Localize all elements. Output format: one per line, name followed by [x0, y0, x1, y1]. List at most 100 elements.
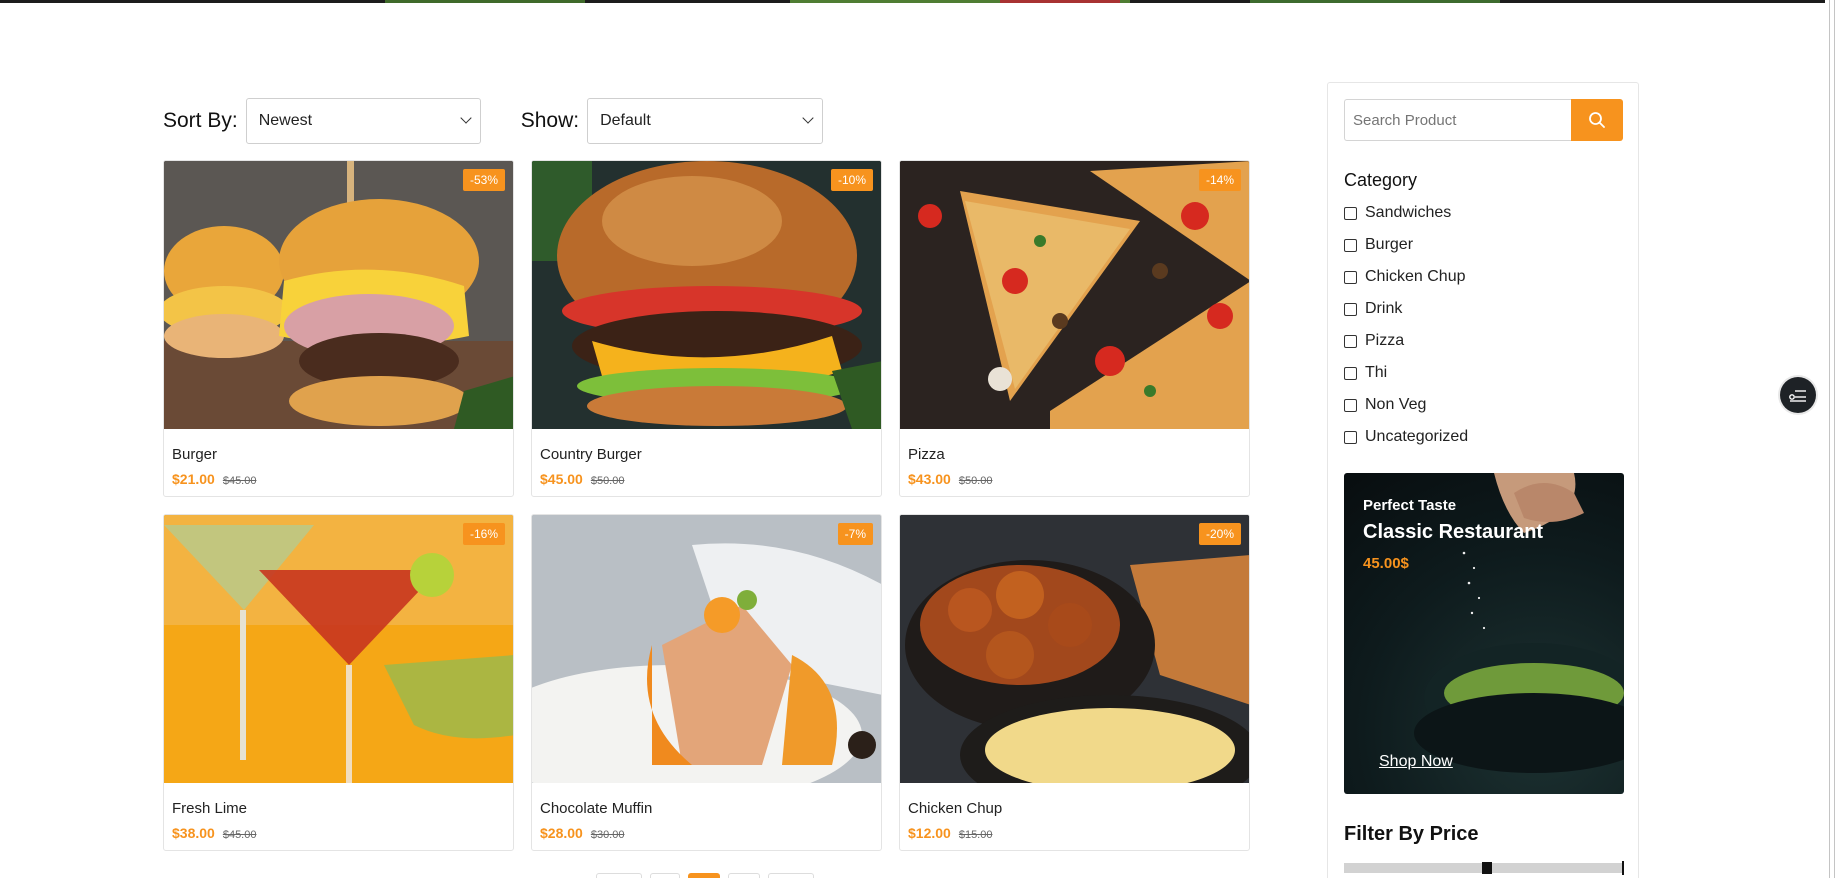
- product-image-chocolate-muffin[interactable]: -7%: [532, 515, 881, 783]
- product-image-pizza[interactable]: -14%: [900, 161, 1249, 429]
- price-row: $21.00 $45.00: [172, 471, 256, 487]
- search-icon: [1589, 112, 1605, 128]
- promo-banner[interactable]: Perfect Taste Classic Restaurant 45.00$ …: [1344, 473, 1624, 794]
- price-row: $12.00 $15.00: [908, 825, 992, 841]
- category-item[interactable]: Non Veg: [1344, 396, 1468, 428]
- page-scrollbar[interactable]: [1825, 0, 1839, 878]
- category-item[interactable]: Thi: [1344, 364, 1468, 396]
- discount-badge: -10%: [830, 169, 873, 191]
- sort-select-value: Newest: [258, 112, 313, 129]
- sort-by-label: Sort By:: [163, 109, 238, 132]
- discount-badge: -53%: [462, 169, 505, 191]
- category-label: Burger: [1365, 236, 1414, 253]
- category-label: Chicken Chup: [1365, 268, 1466, 285]
- product-card[interactable]: -10% Country Burger $45.00 $50.00: [531, 160, 882, 497]
- search-button[interactable]: [1571, 99, 1623, 141]
- product-price: $43.00: [908, 471, 951, 487]
- product-old-price: $50.00: [590, 475, 625, 487]
- price-range-handle[interactable]: [1482, 862, 1492, 874]
- pagination-next[interactable]: [768, 873, 814, 878]
- price-row: $43.00 $50.00: [908, 471, 992, 487]
- product-name[interactable]: Fresh Lime: [172, 800, 247, 817]
- category-label: Non Veg: [1365, 396, 1427, 413]
- product-image-country-burger[interactable]: -10%: [532, 161, 881, 429]
- price-range-slider[interactable]: [1344, 861, 1624, 875]
- shop-page: Sort By: Newest Show: Default -53% Burge…: [0, 0, 1839, 878]
- pagination: [596, 873, 814, 878]
- search-input[interactable]: [1344, 99, 1571, 141]
- product-price: $45.00: [540, 471, 583, 487]
- product-card[interactable]: -7% Chocolate Muffin $28.00 $30.00: [531, 514, 882, 851]
- product-card[interactable]: -16% Fresh Lime $38.00 $45.00: [163, 514, 514, 851]
- scrollbar-thumb[interactable]: [1829, 0, 1835, 878]
- discount-badge: -16%: [462, 523, 505, 545]
- price-row: $38.00 $45.00: [172, 825, 256, 841]
- pagination-page-active[interactable]: [688, 873, 720, 878]
- filter-settings-icon: [1789, 390, 1806, 402]
- checkbox[interactable]: [1344, 271, 1357, 284]
- product-name[interactable]: Burger: [172, 446, 217, 463]
- product-name[interactable]: Country Burger: [540, 446, 642, 463]
- category-item[interactable]: Chicken Chup: [1344, 268, 1468, 300]
- price-row: $45.00 $50.00: [540, 471, 624, 487]
- price-range-max-handle[interactable]: [1622, 861, 1624, 875]
- checkbox[interactable]: [1344, 207, 1357, 220]
- chevron-down-icon: [802, 112, 814, 124]
- product-image-chicken-chup[interactable]: -20%: [900, 515, 1249, 783]
- pagination-page[interactable]: [650, 873, 680, 878]
- checkbox[interactable]: [1344, 431, 1357, 444]
- product-image-burger[interactable]: -53%: [164, 161, 513, 429]
- product-old-price: $15.00: [958, 829, 993, 841]
- product-search: [1344, 99, 1623, 141]
- product-card[interactable]: -20% Chicken Chup $12.00 $15.00: [899, 514, 1250, 851]
- checkbox[interactable]: [1344, 335, 1357, 348]
- product-name[interactable]: Chocolate Muffin: [540, 800, 652, 817]
- sort-select[interactable]: Newest: [245, 98, 481, 144]
- product-old-price: $45.00: [222, 475, 257, 487]
- product-image-fresh-lime[interactable]: -16%: [164, 515, 513, 783]
- checkbox[interactable]: [1344, 367, 1357, 380]
- checkbox[interactable]: [1344, 399, 1357, 412]
- category-label: Thi: [1365, 364, 1388, 381]
- product-price: $12.00: [908, 825, 951, 841]
- product-old-price: $45.00: [222, 829, 257, 841]
- product-price: $21.00: [172, 471, 215, 487]
- category-item[interactable]: Drink: [1344, 300, 1468, 332]
- product-price: $38.00: [172, 825, 215, 841]
- category-item[interactable]: Burger: [1344, 236, 1468, 268]
- category-title: Category: [1344, 170, 1418, 190]
- promo-subtitle: Perfect Taste: [1363, 497, 1457, 514]
- product-name[interactable]: Pizza: [908, 446, 945, 463]
- show-select[interactable]: Default: [587, 98, 824, 144]
- filter-toggle-button[interactable]: [1780, 377, 1816, 413]
- discount-badge: -7%: [837, 523, 873, 545]
- discount-badge: -20%: [1198, 523, 1241, 545]
- shop-now-link[interactable]: Shop Now: [1379, 753, 1453, 771]
- show-select-value: Default: [600, 112, 651, 129]
- chevron-down-icon: [460, 112, 472, 124]
- checkbox[interactable]: [1344, 303, 1357, 316]
- shop-sidebar: Category Sandwiches Burger Chicken Chup …: [1327, 82, 1639, 878]
- promo-price: 45.00$: [1363, 555, 1409, 572]
- discount-badge: -14%: [1198, 169, 1241, 191]
- sort-toolbar: Sort By: Newest Show: Default: [163, 98, 824, 144]
- show-label: Show:: [520, 109, 580, 132]
- product-old-price: $50.00: [958, 475, 993, 487]
- category-label: Sandwiches: [1365, 204, 1452, 221]
- category-item[interactable]: Uncategorized: [1344, 428, 1468, 460]
- pagination-prev[interactable]: [596, 873, 642, 878]
- product-price: $28.00: [540, 825, 583, 841]
- category-item[interactable]: Pizza: [1344, 332, 1468, 364]
- pagination-page[interactable]: [728, 873, 760, 878]
- product-name[interactable]: Chicken Chup: [908, 800, 1002, 817]
- promo-title: Classic Restaurant: [1363, 521, 1544, 543]
- category-label: Uncategorized: [1365, 428, 1469, 445]
- checkbox[interactable]: [1344, 239, 1357, 252]
- category-label: Pizza: [1365, 332, 1405, 349]
- product-card[interactable]: -53% Burger $21.00 $45.00: [163, 160, 514, 497]
- category-item[interactable]: Sandwiches: [1344, 204, 1468, 236]
- product-card[interactable]: -14% Pizza $43.00 $50.00: [899, 160, 1250, 497]
- price-row: $28.00 $30.00: [540, 825, 624, 841]
- category-list: Sandwiches Burger Chicken Chup Drink Piz…: [1344, 204, 1468, 460]
- hero-image-strip: [0, 0, 1825, 3]
